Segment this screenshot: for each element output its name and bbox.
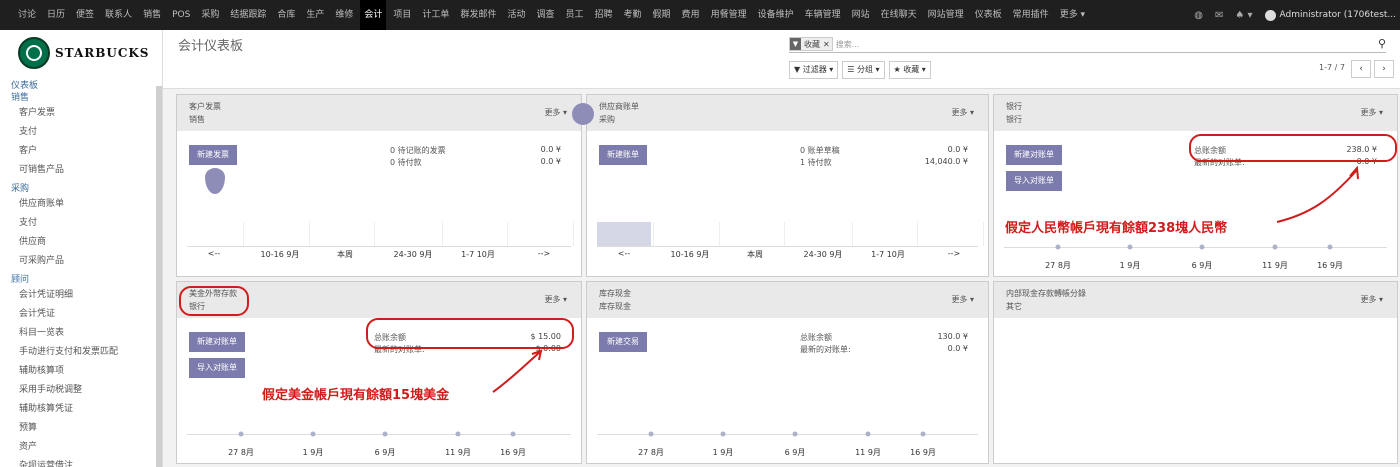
annotation-arrow-rmb [1276,169,1358,223]
drag-cursor-marker-2 [572,103,594,125]
annotation-arrow-usd [492,351,541,393]
annotation-arrows [492,165,1359,393]
